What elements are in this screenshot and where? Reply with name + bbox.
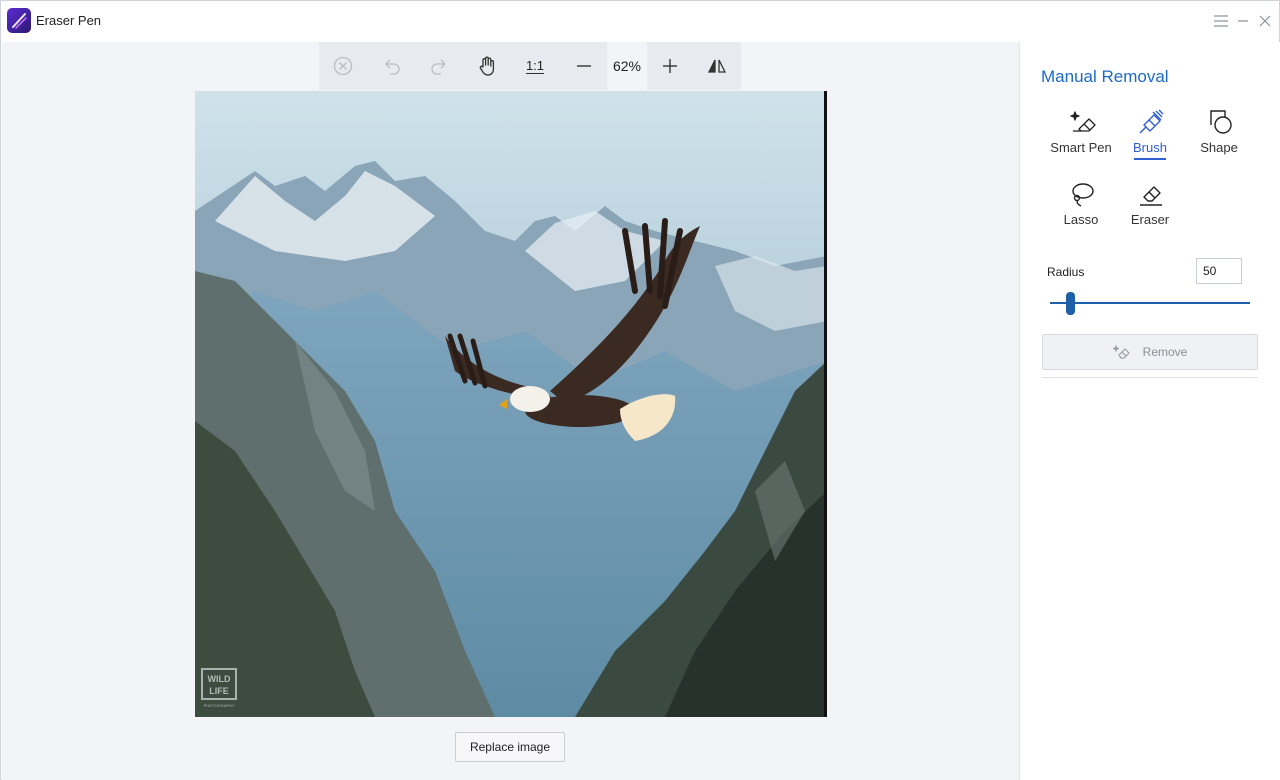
tool-brush[interactable]: Brush (1115, 107, 1185, 167)
close-icon[interactable] (1255, 11, 1275, 31)
actual-size-button[interactable]: 1:1 (522, 53, 548, 79)
app-title: Eraser Pen (36, 13, 102, 28)
svg-text:LIFE: LIFE (209, 686, 229, 696)
svg-text:WILD: WILD (208, 674, 231, 684)
view-toolbar: 1:1 62% (319, 42, 741, 90)
tool-label: Brush (1133, 140, 1167, 155)
minimize-icon[interactable] (1233, 11, 1253, 31)
remove-button-label: Remove (1142, 345, 1188, 359)
replace-image-button[interactable]: Replace image (455, 732, 565, 762)
tool-label: Lasso (1063, 212, 1099, 227)
radius-slider-thumb[interactable] (1065, 292, 1075, 315)
pen-logo-icon (7, 8, 31, 33)
hamburger-menu-icon[interactable] (1211, 11, 1231, 31)
tool-label: Shape (1200, 140, 1238, 155)
hand-icon[interactable] (474, 53, 500, 79)
lasso-icon (1067, 179, 1097, 209)
redo-icon[interactable] (426, 53, 452, 79)
canvas-area: 1:1 62% WILD LIFE PHOTOGRAPHY Replace im… (2, 42, 1019, 780)
image-edge (824, 91, 827, 717)
svg-text:PHOTOGRAPHY: PHOTOGRAPHY (203, 703, 234, 708)
edit-image[interactable]: WILD LIFE PHOTOGRAPHY (195, 91, 827, 717)
tool-shape[interactable]: Shape (1184, 107, 1254, 167)
manual-removal-panel: Manual Removal Smart Pen Brush Shape Las… (1019, 42, 1280, 780)
active-tool-indicator (1134, 158, 1166, 160)
smart-pen-icon (1067, 107, 1097, 137)
tool-label: Eraser (1130, 212, 1170, 227)
close-circle-icon[interactable] (330, 53, 356, 79)
eraser-icon (1136, 179, 1166, 209)
panel-title: Manual Removal (1041, 67, 1169, 86)
shape-icon (1205, 107, 1235, 137)
tool-smart-pen[interactable]: Smart Pen (1046, 107, 1116, 167)
minus-icon[interactable] (571, 53, 597, 79)
tool-lasso[interactable]: Lasso (1046, 179, 1116, 239)
zoom-level: 62% (607, 42, 647, 90)
flip-icon[interactable] (704, 53, 730, 79)
panel-divider (1042, 377, 1258, 378)
plus-icon[interactable] (657, 53, 683, 79)
tool-label: Smart Pen (1050, 140, 1112, 155)
remove-eraser-icon (1112, 345, 1130, 359)
radius-input[interactable]: 50 (1196, 258, 1242, 284)
title-bar: Eraser Pen (1, 1, 1279, 42)
brush-icon (1136, 107, 1166, 137)
radius-label: Radius (1047, 265, 1085, 279)
undo-icon[interactable] (379, 53, 405, 79)
radius-slider-track[interactable] (1050, 302, 1250, 304)
remove-button[interactable]: Remove (1042, 334, 1258, 370)
tool-eraser[interactable]: Eraser (1115, 179, 1185, 239)
actual-size-label: 1:1 (525, 57, 545, 74)
app-window: Eraser Pen 1:1 62% WILD LIFE PHOTOGRAPHY… (0, 0, 1280, 780)
